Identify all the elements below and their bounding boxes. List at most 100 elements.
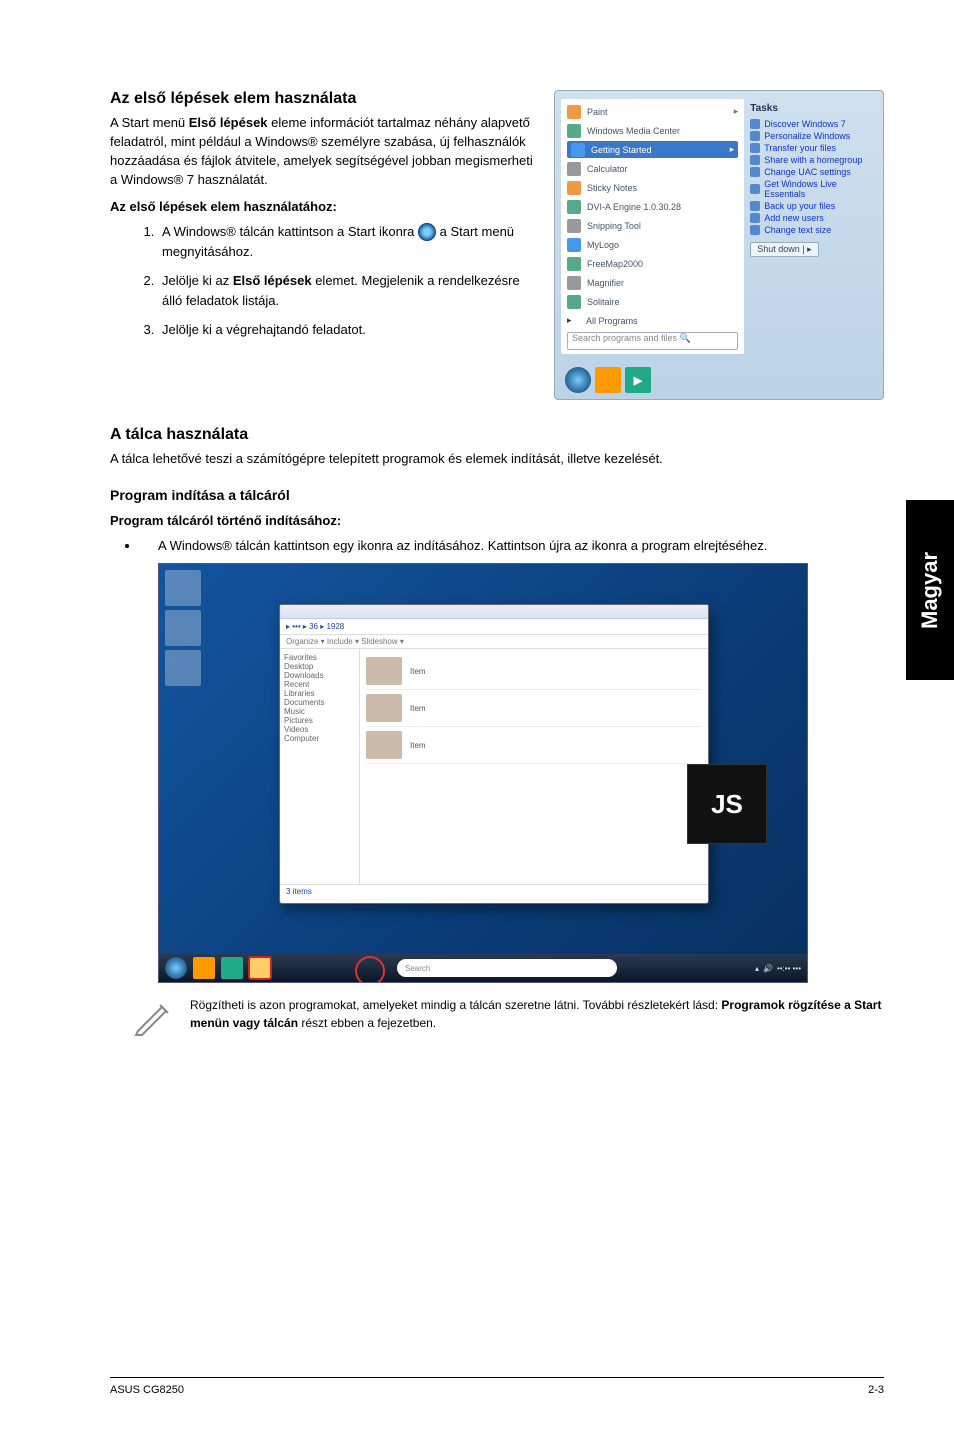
sm-label: DVI-A Engine 1.0.30.28 xyxy=(587,202,681,212)
file-thumb-icon xyxy=(366,657,402,685)
sm-label: Solitaire xyxy=(587,297,620,307)
task-textsize[interactable]: Change text size xyxy=(750,224,871,236)
nav-item[interactable]: Computer xyxy=(284,734,355,743)
taskbar-icon-1[interactable] xyxy=(595,367,621,393)
taskbar-search-pill[interactable]: Search xyxy=(397,959,617,977)
snipping-icon xyxy=(567,219,581,233)
task-transfer[interactable]: Transfer your files xyxy=(750,142,871,154)
section2-bullet: A Windows® tálcán kattintson egy ikonra … xyxy=(140,536,884,556)
taskbar-icon-2[interactable]: ▶ xyxy=(625,367,651,393)
task-label: Discover Windows 7 xyxy=(764,119,846,129)
start-menu-tasks-pane: Tasks Discover Windows 7 Personalize Win… xyxy=(744,99,877,354)
solitaire-icon xyxy=(567,295,581,309)
nav-item[interactable]: Downloads xyxy=(284,671,355,680)
wmc-icon xyxy=(567,124,581,138)
explorer-toolbar[interactable]: Organize ▾ Include ▾ Slideshow ▾ xyxy=(280,635,708,649)
explorer-breadcrumb[interactable]: ▸ ••• ▸ 36 ▸ 1928 xyxy=(280,619,708,635)
sm-label: MyLogo xyxy=(587,240,619,250)
mylogo-icon xyxy=(567,238,581,252)
step1-before: A Windows® tálcán kattintson a Start iko… xyxy=(162,224,418,239)
task-icon xyxy=(750,143,760,153)
sidebar-gadget-1[interactable] xyxy=(165,570,201,606)
sm-label: Paint xyxy=(587,107,608,117)
sidebar-gadget-3[interactable] xyxy=(165,650,201,686)
section1-paragraph: A Start menü Első lépések eleme informác… xyxy=(110,114,536,189)
note-after: részt ebben a fejezetben. xyxy=(298,1016,436,1030)
note-block: Rögzítheti is azon programokat, amelyeke… xyxy=(132,997,884,1037)
start-orb-icon[interactable] xyxy=(165,957,187,979)
sm-item-solitaire[interactable]: Solitaire xyxy=(567,294,738,311)
footer-page-number: 2-3 xyxy=(868,1384,884,1396)
engine-icon xyxy=(567,200,581,214)
task-label: Back up your files xyxy=(764,201,835,211)
taskbar-pinned-2[interactable] xyxy=(221,957,243,979)
nav-item[interactable]: Music xyxy=(284,707,355,716)
explorer-titlebar[interactable] xyxy=(280,605,708,619)
file-row[interactable]: Item xyxy=(366,653,702,690)
task-discover[interactable]: Discover Windows 7 xyxy=(750,118,871,130)
nav-item[interactable]: Desktop xyxy=(284,662,355,671)
start-orb-icon xyxy=(418,223,436,241)
task-backup[interactable]: Back up your files xyxy=(750,200,871,212)
step-3: Jelölje ki a végrehajtandó feladatot. xyxy=(158,320,536,340)
sm-item-magnifier[interactable]: Magnifier xyxy=(567,275,738,292)
task-live[interactable]: Get Windows Live Essentials xyxy=(750,178,871,200)
sm-item-calculator[interactable]: Calculator xyxy=(567,160,738,177)
step-1: A Windows® tálcán kattintson a Start iko… xyxy=(158,222,536,261)
task-personalize[interactable]: Personalize Windows xyxy=(750,130,871,142)
sm-item-dvia[interactable]: DVI-A Engine 1.0.30.28 xyxy=(567,198,738,215)
sm-item-paint[interactable]: Paint▸ xyxy=(567,103,738,120)
explorer-window: ▸ ••• ▸ 36 ▸ 1928 Organize ▾ Include ▾ S… xyxy=(279,604,709,904)
shutdown-button[interactable]: Shut down | ▸ xyxy=(750,242,818,257)
explorer-content: Item Item Item xyxy=(360,649,708,884)
system-tray[interactable]: ▴🔊••:•• ••• xyxy=(755,964,801,973)
nav-item[interactable]: Videos xyxy=(284,725,355,734)
section1-heading: Az első lépések elem használata xyxy=(110,90,536,108)
file-name: Item xyxy=(410,704,426,713)
nav-item[interactable]: Favorites xyxy=(284,653,355,662)
sm-label: Sticky Notes xyxy=(587,183,637,193)
nav-item[interactable]: Libraries xyxy=(284,689,355,698)
sm-item-getting-started[interactable]: Getting Started▸ xyxy=(567,141,738,158)
sm-label: FreeMap2000 xyxy=(587,259,643,269)
taskbar-start-orb-icon[interactable] xyxy=(565,367,591,393)
task-label: Get Windows Live Essentials xyxy=(764,179,871,199)
file-row[interactable]: Item xyxy=(366,727,702,764)
pencil-note-icon xyxy=(132,997,172,1037)
explorer-nav-pane[interactable]: Favorites Desktop Downloads Recent Libra… xyxy=(280,649,360,884)
sm-label: Calculator xyxy=(587,164,628,174)
sm-item-sticky[interactable]: Sticky Notes xyxy=(567,179,738,196)
desktop-js-gadget[interactable]: JS xyxy=(687,764,767,844)
task-addusers[interactable]: Add new users xyxy=(750,212,871,224)
step2-bold: Első lépések xyxy=(233,273,312,288)
explorer-statusbar: 3 items xyxy=(280,884,708,898)
taskbar-explorer-highlighted[interactable] xyxy=(249,957,271,979)
start-menu-left-pane: Paint▸ Windows Media Center Getting Star… xyxy=(561,99,744,354)
tray-clock: ••:•• ••• xyxy=(777,964,801,973)
note-text: Rögzítheti is azon programokat, amelyeke… xyxy=(190,997,884,1037)
sm-item-mylogo[interactable]: MyLogo xyxy=(567,237,738,254)
taskbar: Search ▴🔊••:•• ••• xyxy=(159,954,807,982)
task-homegroup[interactable]: Share with a homegroup xyxy=(750,154,871,166)
sm-search-input[interactable]: Search programs and files 🔍 xyxy=(567,332,738,350)
getting-started-icon xyxy=(571,143,585,157)
nav-item[interactable]: Recent xyxy=(284,680,355,689)
nav-item[interactable]: Pictures xyxy=(284,716,355,725)
section2-sub-heading: Program indítása a tálcáról xyxy=(110,487,884,503)
desktop-sidebar xyxy=(165,570,205,686)
chevron-right-icon: ▸ xyxy=(730,144,735,155)
task-label: Transfer your files xyxy=(764,143,836,153)
section1-howto-heading: Az első lépések elem használatához: xyxy=(110,199,536,214)
nav-item[interactable]: Documents xyxy=(284,698,355,707)
taskbar-pinned-1[interactable] xyxy=(193,957,215,979)
sm-all-programs[interactable]: ▸ All Programs xyxy=(567,313,738,328)
task-uac[interactable]: Change UAC settings xyxy=(750,166,871,178)
file-row[interactable]: Item xyxy=(366,690,702,727)
sm-item-wmc[interactable]: Windows Media Center xyxy=(567,122,738,139)
page-footer: ASUS CG8250 2-3 xyxy=(110,1377,884,1396)
sm-item-freemap[interactable]: FreeMap2000 xyxy=(567,256,738,273)
tasks-title: Tasks xyxy=(750,103,871,114)
section2-howto-heading: Program tálcáról történő indításához: xyxy=(110,513,884,528)
sidebar-gadget-2[interactable] xyxy=(165,610,201,646)
sm-item-snipping[interactable]: Snipping Tool xyxy=(567,218,738,235)
